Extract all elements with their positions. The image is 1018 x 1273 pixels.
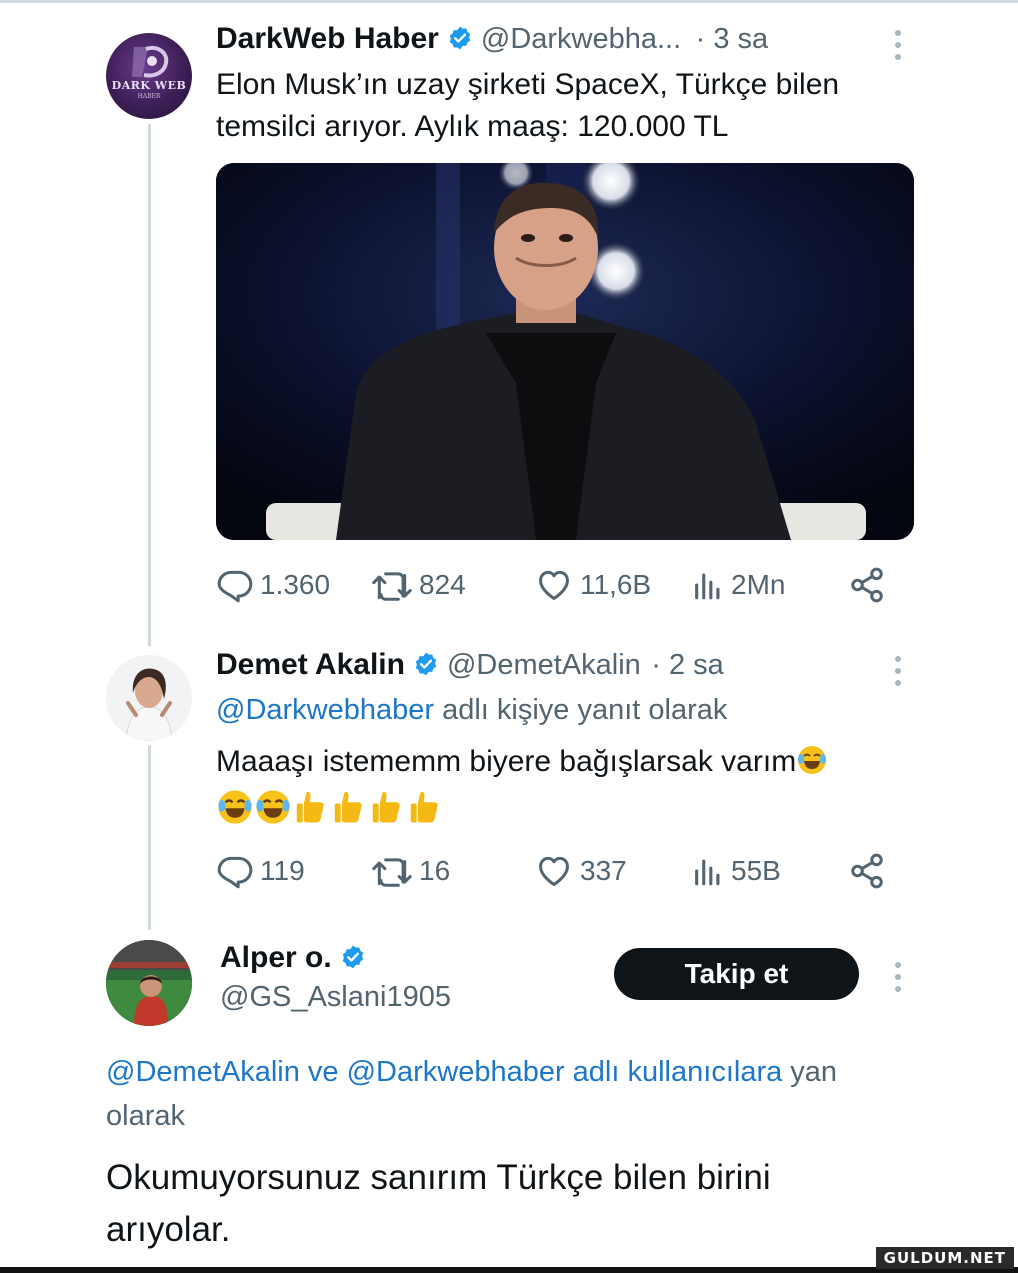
author-handle[interactable]: @Darkwebha... (481, 23, 681, 55)
retweet-count: 16 (419, 855, 451, 886)
more-icon[interactable] (893, 962, 903, 998)
reply-to-link[interactable]: @DemetAkalin ve @Darkwebhaber adlı kulla… (106, 1056, 782, 1088)
verified-badge-icon (342, 945, 363, 969)
tweet-photo[interactable] (216, 163, 914, 540)
tweet-actions: 119 16 337 55B (216, 851, 896, 891)
tweet-text-line: Elon Musk’ın uzay şirketi SpaceX, Türkçe… (216, 68, 840, 101)
tweet-text-line: arıyolar. (106, 1210, 231, 1249)
reply-button[interactable]: 119 (216, 851, 305, 891)
reply-to-suffix: adlı kişiye yanıt olarak (442, 694, 728, 726)
reply-context: @DemetAkalin ve @Darkwebhaber adlı kulla… (106, 1050, 966, 1138)
avatar-photo (106, 655, 192, 741)
more-icon[interactable] (893, 656, 903, 692)
tweet-header: Demet Akalin @DemetAkalin · 2 sa (216, 648, 724, 682)
retweet-icon (372, 858, 412, 887)
tweet-text-line: temsilci arıyor. Aylık maaş: 120.000 TL (216, 110, 729, 143)
tweet-text-line: Okumuyorsunuz sanırım Türkçe bilen birin… (106, 1158, 771, 1197)
author-name[interactable]: Demet Akalin (216, 648, 405, 681)
laughing-emoji-icon (798, 746, 827, 774)
elon-musk-photo (216, 163, 914, 540)
reply-icon (217, 570, 253, 603)
more-icon[interactable] (893, 30, 903, 66)
thread-line (148, 745, 151, 930)
thread-line (148, 124, 151, 646)
like-button[interactable]: 337 (534, 851, 627, 891)
like-icon (539, 856, 569, 886)
tweet-header: DarkWeb Haber @Darkwebha... · 3 sa (216, 22, 768, 56)
like-button[interactable]: 11,6B (534, 565, 651, 605)
reply-icon (217, 856, 253, 889)
share-button[interactable] (848, 565, 892, 605)
thumbs-up-emoji-icon (296, 791, 324, 823)
avatar[interactable] (106, 655, 192, 741)
avatar-logo-subtext: HABER (137, 93, 161, 100)
avatar-logo-text: DARK WEB (111, 79, 187, 92)
verified-badge-icon (415, 652, 437, 676)
tweet-header: Alper o. (220, 941, 374, 975)
retweet-count: 824 (419, 569, 466, 600)
share-button[interactable] (848, 851, 892, 891)
views-count: 55B (731, 855, 781, 886)
views-icon (695, 573, 720, 600)
like-count: 11,6B (580, 569, 652, 600)
bottom-border (0, 1267, 1018, 1273)
views-button[interactable]: 2Mn (691, 565, 785, 605)
laughing-emoji-icon (256, 790, 290, 824)
retweet-button[interactable]: 16 (371, 851, 450, 891)
like-count: 337 (580, 855, 627, 886)
reply-to-suffix-line2: olarak (106, 1100, 185, 1132)
views-button[interactable]: 55B (691, 851, 781, 891)
reply-count: 1.360 (260, 569, 331, 600)
follow-button[interactable]: Takip et (614, 948, 859, 1000)
author-name[interactable]: Alper o. (220, 941, 332, 974)
reply-to-suffix: yan (782, 1056, 838, 1088)
thumbs-up-emoji-icon (372, 791, 400, 823)
tweet-text-line: Maaaşı istememm biyere bağışlarsak varım (216, 745, 797, 778)
emoji-row (216, 788, 444, 826)
darkweb-logo-icon (132, 46, 169, 78)
thumbs-up-emoji-icon (334, 791, 362, 823)
views-icon (695, 859, 720, 886)
reply-context: @Darkwebhaber adlı kişiye yanıt olarak (216, 694, 727, 727)
share-icon (851, 567, 883, 603)
watermark: GULDUM.NET (875, 1247, 1014, 1269)
avatar[interactable]: DARK WEB HABER (106, 33, 192, 119)
avatar-photo (106, 940, 192, 1026)
author-name[interactable]: DarkWeb Haber (216, 22, 439, 55)
author-handle[interactable]: @DemetAkalin (447, 649, 641, 681)
top-divider (0, 0, 1018, 3)
share-icon (851, 853, 883, 889)
reply-button[interactable]: 1.360 (216, 565, 330, 605)
tweet-text: Elon Musk’ın uzay şirketi SpaceX, Türkçe… (216, 64, 839, 148)
thumbs-up-emoji-icon (410, 791, 438, 823)
like-icon (539, 570, 569, 600)
tweet-time[interactable]: · 3 sa (696, 23, 769, 55)
laughing-emoji-icon (218, 790, 252, 824)
tweet-text: Maaaşı istememm biyere bağışlarsak varım (216, 741, 828, 783)
retweet-icon (372, 572, 412, 601)
reply-count: 119 (260, 855, 305, 886)
retweet-button[interactable]: 824 (371, 565, 466, 605)
views-count: 2Mn (731, 569, 786, 600)
tweet-actions: 1.360 824 11,6B 2Mn (216, 565, 896, 605)
author-handle[interactable]: @GS_Aslani1905 (220, 981, 451, 1014)
avatar[interactable] (106, 940, 192, 1026)
reply-to-link[interactable]: @Darkwebhaber (216, 694, 434, 726)
verified-badge-icon (449, 26, 471, 50)
tweet-text: Okumuyorsunuz sanırım Türkçe bilen birin… (106, 1152, 771, 1256)
tweet-time[interactable]: · 2 sa (651, 649, 724, 681)
